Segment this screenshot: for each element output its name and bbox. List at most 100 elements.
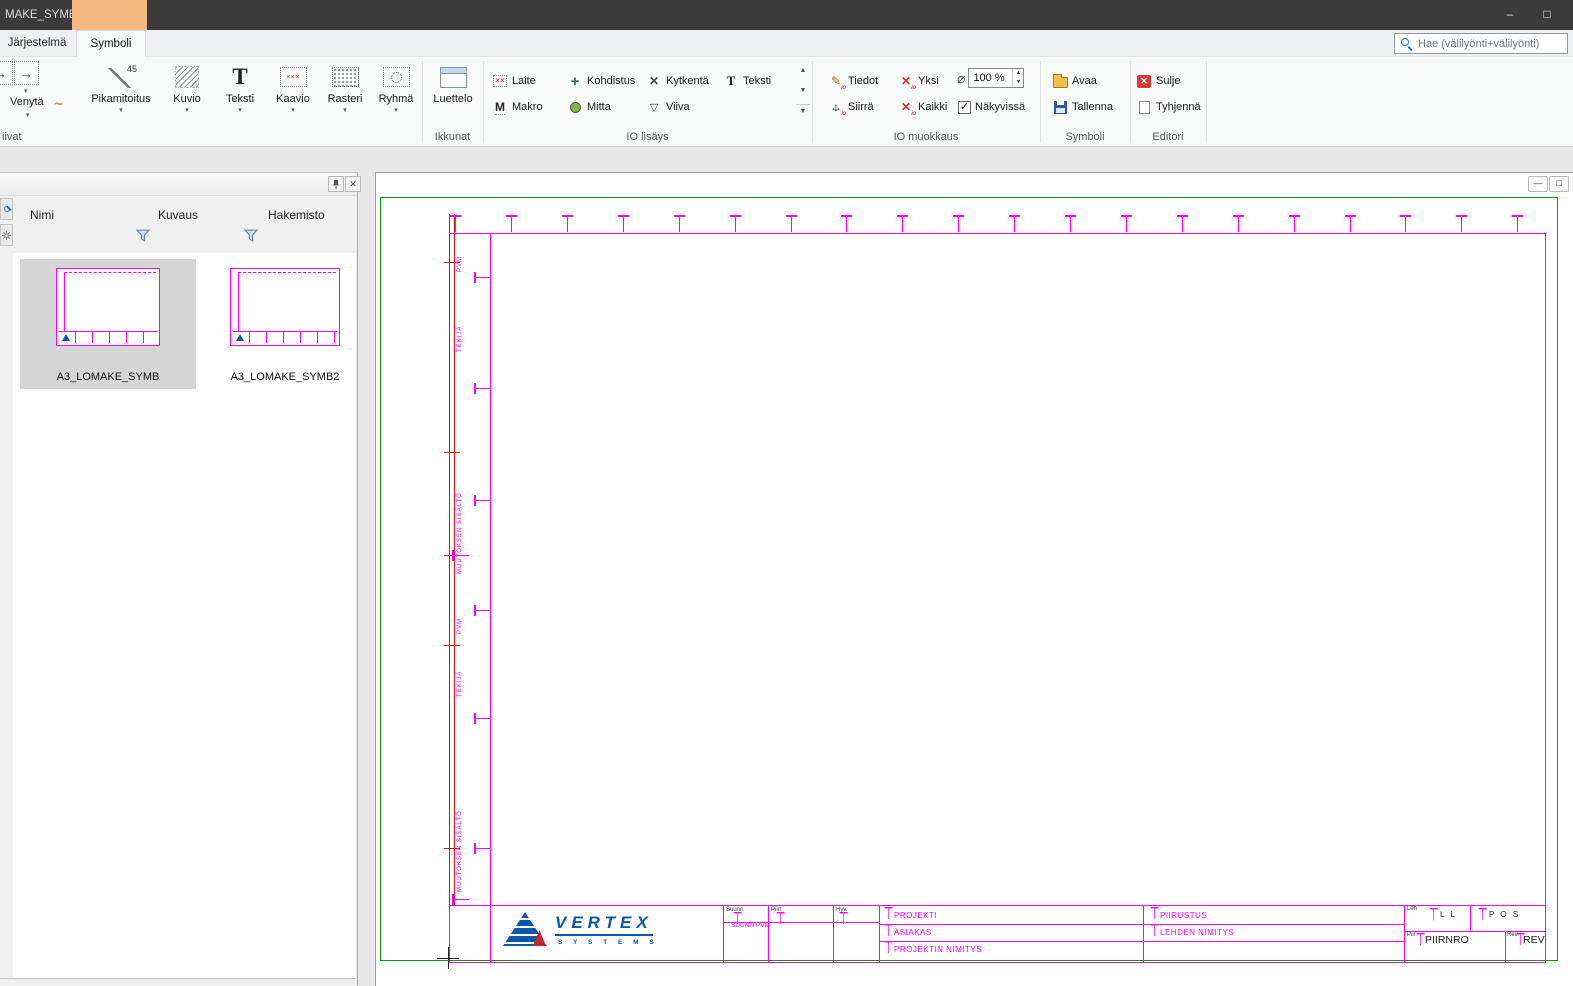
pin-button[interactable] xyxy=(328,176,344,192)
canvas-maximize-button[interactable]: □ xyxy=(1549,176,1569,192)
ribbon-tab-row xyxy=(0,30,1573,57)
nakyvissa-checkbox-row[interactable]: ✓ Näkyvissä xyxy=(958,97,1025,117)
checked-checkbox-icon[interactable]: ✓ xyxy=(958,101,971,114)
teksti-button[interactable]: T Teksti▾ xyxy=(216,60,264,115)
canvas-minimize-button[interactable]: — xyxy=(1528,176,1548,192)
venyta-button[interactable]: Venytä xyxy=(10,96,44,108)
siirra-button[interactable]: ↔↕ Siirrä xyxy=(828,97,874,117)
tiedot-button[interactable]: Tiedot xyxy=(828,71,878,91)
palette-settings-button[interactable] xyxy=(0,224,13,246)
laite-button[interactable]: Laite xyxy=(492,71,536,91)
logo-text: VERTEX xyxy=(555,913,653,936)
measure-icon xyxy=(570,102,581,113)
edit-info-icon xyxy=(828,73,844,89)
symbol-thumbnail xyxy=(56,268,160,346)
search-icon xyxy=(4,206,10,212)
column-header-nimi[interactable]: Nimi xyxy=(30,208,54,222)
kaikki-button[interactable]: Kaikki xyxy=(898,97,947,117)
filter-kuvaus-button[interactable] xyxy=(244,229,258,247)
field-rev: REV xyxy=(1523,934,1545,946)
margin-label-pvm: PVM xyxy=(457,618,463,634)
search-icon xyxy=(1401,38,1409,46)
palette-search-button[interactable] xyxy=(0,198,13,220)
close-button[interactable]: ✕ xyxy=(345,176,361,192)
zoom-value[interactable]: 100 % xyxy=(969,69,1012,87)
clipped-box-icon: → xyxy=(0,61,13,85)
schema-icon: ××× xyxy=(280,67,307,87)
io-teksti-button[interactable]: Teksti xyxy=(723,71,771,91)
kohdistus-button[interactable]: Kohdistus xyxy=(567,71,635,91)
group-separator xyxy=(1206,61,1207,143)
logo-mark-icon xyxy=(62,334,70,341)
pikamitoitus-button[interactable]: 45 Pikamitoitus▾ xyxy=(84,60,158,115)
rasteri-button[interactable]: Rasteri▾ xyxy=(321,60,369,115)
margin-label-tekija: TEKIJÄ xyxy=(457,326,463,352)
search-box xyxy=(1394,33,1568,54)
tyhjenna-button[interactable]: Tyhjennä xyxy=(1136,97,1201,117)
kaavio-button[interactable]: ××× Kaavio▾ xyxy=(268,60,318,115)
group-icon xyxy=(383,67,410,87)
chevron-down-icon: ▾ xyxy=(84,106,158,115)
panel-divider xyxy=(0,978,356,979)
scroll-up-button[interactable]: ▲ xyxy=(796,64,810,78)
field-lehden-nimitys: LEHDEN NIMITYS xyxy=(1160,928,1234,937)
tab-symboli[interactable]: Symboli xyxy=(76,30,146,57)
zoom-control: ⌀ 100 % ▲ ▼ xyxy=(957,68,1024,88)
ryhma-button[interactable]: Ryhmä▾ xyxy=(372,60,420,115)
ribbon: → → ▾ Venytä ▾ ~ iivat 45 Pikamitoitus▾ … xyxy=(0,57,1573,147)
field-label-leh: Leh xyxy=(1407,906,1417,912)
hatch-icon xyxy=(175,66,199,88)
field-projektin-nimitys: PROJEKTIN NIMITYS xyxy=(894,945,982,954)
list-item-a3-lomake-symb2[interactable]: A3_LOMAKE_SYMB2 xyxy=(214,259,356,389)
stretch-box-button[interactable]: → xyxy=(14,61,39,85)
wave-tool-button[interactable]: ~ xyxy=(54,96,63,114)
titlebar: MAKE_SYMB... – □ xyxy=(0,0,1573,30)
group-label-symboli: Symboli xyxy=(1040,131,1130,145)
avaa-button[interactable]: Avaa xyxy=(1052,71,1097,91)
group-label-clipped: iivat xyxy=(2,131,32,145)
mitta-button[interactable]: Mitta xyxy=(567,97,611,117)
margin-label-tekija: TEKIJÄ xyxy=(457,671,463,697)
symbol-name: A3_LOMAKE_SYMB2 xyxy=(231,371,340,383)
search-input[interactable] xyxy=(1394,33,1568,54)
margin-label-sisalto: MUUTOKSEN SISÄLTÖ xyxy=(457,810,463,892)
zoom-stepper: ▲ ▼ xyxy=(1012,69,1023,87)
device-icon xyxy=(493,75,507,87)
macro-icon xyxy=(492,99,508,115)
sulje-button[interactable]: Sulje xyxy=(1136,71,1180,91)
logo-subtext: S Y S T E M S xyxy=(558,939,658,946)
tab-jarjestelma[interactable]: Järjestelmä xyxy=(4,30,70,57)
makro-button[interactable]: Makro xyxy=(492,97,543,117)
stepper-up-button[interactable]: ▲ xyxy=(1013,69,1023,78)
window-icon xyxy=(440,67,467,88)
connection-icon xyxy=(646,73,662,89)
column-header-kuvaus[interactable]: Kuvaus xyxy=(158,208,198,222)
field-label-suunn: Suunn xyxy=(726,907,743,913)
text-icon: T xyxy=(232,64,247,90)
chevron-down-icon: ▾ xyxy=(162,106,212,115)
kytkenta-button[interactable]: Kytkentä xyxy=(646,71,709,91)
filter-icon xyxy=(136,229,150,242)
diameter-icon: ⌀ xyxy=(957,70,965,87)
chevron-down-icon[interactable]: ▾ xyxy=(26,111,30,120)
align-icon xyxy=(567,73,583,89)
field-label-piirt: Piirt xyxy=(771,907,781,913)
tallenna-button[interactable]: Tallenna xyxy=(1052,97,1113,117)
stepper-down-button[interactable]: ▼ xyxy=(1013,78,1023,87)
clipped-tool-icon[interactable]: → xyxy=(0,61,13,85)
field-ll: L L xyxy=(1440,910,1457,919)
vertex-logo: VERTEX S Y S T E M S xyxy=(497,908,717,958)
viiva-button[interactable]: Viiva xyxy=(646,97,690,117)
blank-document-icon xyxy=(1139,101,1150,114)
column-header-hakemisto[interactable]: Hakemisto xyxy=(268,208,325,222)
kuvio-button[interactable]: Kuvio▾ xyxy=(162,60,212,115)
scroll-down-button[interactable]: ▼ xyxy=(796,84,810,98)
chevron-down-icon[interactable]: ▾ xyxy=(24,87,28,96)
yksi-button[interactable]: Yksi xyxy=(898,71,939,91)
more-options-button[interactable]: ▼ xyxy=(796,104,810,118)
list-item-a3-lomake-symb[interactable]: A3_LOMAKE_SYMB xyxy=(20,259,196,389)
maximize-button[interactable]: □ xyxy=(1531,0,1563,30)
filter-nimi-button[interactable] xyxy=(136,229,150,247)
luettelo-button[interactable]: Luettelo xyxy=(426,60,480,106)
minimize-button[interactable]: – xyxy=(1494,0,1526,30)
